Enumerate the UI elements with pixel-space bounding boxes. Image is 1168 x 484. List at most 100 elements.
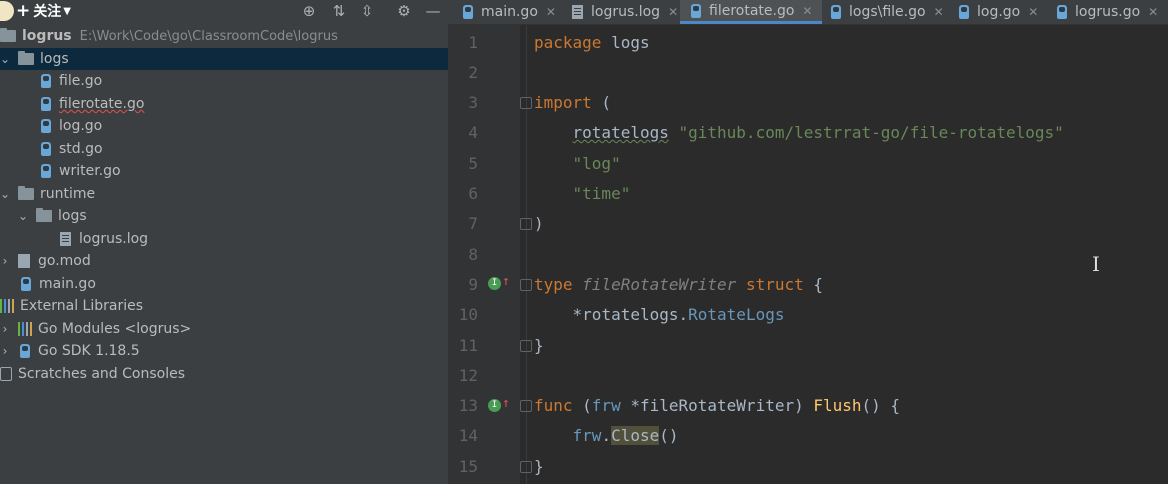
line-number: 5 (468, 154, 478, 173)
keyword: func (534, 396, 573, 415)
close-icon[interactable]: ✕ (668, 5, 678, 19)
method-call: Close (611, 426, 660, 445)
fold-icon[interactable] (520, 218, 532, 230)
project-name: logrus (22, 28, 72, 44)
mod-file-icon (18, 254, 30, 268)
go-file-icon (41, 142, 51, 156)
line-number: 8 (468, 245, 478, 264)
arrow-up-icon: ↑ (502, 396, 510, 411)
tree-item-external-libraries[interactable]: External Libraries (0, 295, 448, 317)
import-alias: rotatelogs (572, 123, 669, 142)
text-file-icon (60, 232, 71, 246)
tab-label: filerotate.go (709, 2, 795, 19)
chevron-right-icon: › (2, 254, 8, 268)
close-icon[interactable]: ✕ (546, 5, 556, 19)
code-line: type fileRotateWriter struct { (534, 275, 823, 294)
collapse-all-icon[interactable]: ⇳ (358, 2, 376, 20)
go-file-icon (959, 5, 969, 19)
implementation-icon[interactable]: I (488, 277, 501, 290)
tab-logrus-go[interactable]: logrus.go ✕ (1054, 0, 1158, 24)
tree-item-std-go[interactable]: std.go (0, 138, 448, 160)
tree-item-writer-go[interactable]: writer.go (0, 160, 448, 182)
code-line: package logs (534, 33, 650, 52)
tree-item-runtime[interactable]: ⌄ runtime (0, 183, 448, 205)
close-icon[interactable]: ✕ (802, 4, 812, 18)
close-icon[interactable]: ✕ (1148, 5, 1158, 19)
tree-item-log-go[interactable]: log.go (0, 115, 448, 137)
tree-item-runtime-logs[interactable]: ⌄ logs (0, 205, 448, 227)
folder-icon (18, 186, 34, 200)
tree-item-label: Scratches and Consoles (18, 366, 185, 382)
tree-item-go-mod[interactable]: › go.mod (0, 250, 448, 272)
expand-all-icon[interactable]: ⇅ (330, 2, 348, 20)
tree-item-go-modules[interactable]: › Go Modules <logrus> (0, 318, 448, 340)
minimize-icon[interactable]: — (424, 2, 442, 20)
go-file-icon (41, 119, 51, 133)
gear-icon[interactable]: ⚙ (395, 2, 413, 20)
line-number: 12 (458, 366, 478, 385)
fold-icon[interactable] (520, 97, 532, 109)
project-panel-header: + 关注 ▼ ⊕ ⇅ ⇳ ⚙ — (0, 0, 448, 22)
string-literal: "github.com/lestrrat-go/file-rotatelogs" (678, 123, 1064, 142)
tab-log-go[interactable]: log.go ✕ (956, 0, 1038, 24)
chevron-down-icon: ⌄ (0, 52, 11, 66)
tree-item-scratches[interactable]: Scratches and Consoles (0, 363, 448, 385)
code-line: rotatelogs "github.com/lestrrat-go/file-… (534, 123, 1064, 142)
tree-item-label: runtime (40, 186, 96, 202)
fold-icon[interactable] (520, 461, 532, 473)
tree-root-logrus[interactable]: logrus E:\Work\Code\go\ClassroomCode\log… (0, 25, 448, 47)
tree-item-file-go[interactable]: file.go (0, 70, 448, 92)
fold-icon[interactable] (520, 340, 532, 352)
keyword: struct (745, 275, 804, 294)
follow-label: 关注 (33, 4, 62, 20)
fold-icon[interactable] (520, 400, 532, 412)
tab-logrus-log[interactable]: logrus.log ✕ (570, 0, 678, 24)
punctuation: . (678, 305, 689, 324)
line-number: 2 (468, 63, 478, 82)
locate-icon[interactable]: ⊕ (300, 2, 318, 20)
fold-icon[interactable] (520, 279, 532, 291)
tree-item-filerotate-go[interactable]: filerotate.go (0, 93, 448, 115)
close-icon[interactable]: ✕ (934, 5, 944, 19)
plus-icon: + (16, 1, 31, 21)
tab-filerotate-go[interactable]: filerotate.go ✕ (680, 0, 823, 24)
go-file-icon (41, 97, 51, 111)
project-path: E:\Work\Code\go\ClassroomCode\logrus (79, 28, 338, 44)
tree-item-main-go[interactable]: main.go (0, 273, 448, 295)
go-file-icon (41, 164, 51, 178)
line-number: 3 (468, 93, 478, 112)
tab-logs-file-go[interactable]: logs\file.go ✕ (828, 0, 944, 24)
punctuation: { (803, 275, 823, 294)
tree-item-label: Go Modules <logrus> (38, 321, 192, 337)
line-number: 4 (468, 123, 478, 142)
tab-main-go[interactable]: main.go ✕ (460, 0, 556, 24)
tree-item-logs[interactable]: ⌄ logs (0, 48, 448, 70)
go-file-icon (831, 5, 841, 19)
receiver: frw (572, 426, 602, 445)
text-file-icon (572, 5, 583, 19)
library-icon (0, 299, 14, 313)
punctuation: . (601, 426, 612, 445)
tree-item-logrus-log[interactable]: logrus.log (0, 228, 448, 250)
folder-icon (18, 51, 34, 65)
tree-item-go-sdk[interactable]: › Go SDK 1.18.5 (0, 340, 448, 362)
tree-item-label: log.go (59, 118, 103, 134)
string-literal: "time" (572, 184, 631, 203)
code-line: ) (534, 214, 544, 233)
tree-item-label: logs (40, 51, 69, 67)
code-line: "time" (534, 184, 631, 203)
line-number: 13 (458, 396, 478, 415)
tab-label: log.go (977, 4, 1021, 20)
tree-item-label: std.go (59, 141, 103, 157)
code-editor[interactable]: 1 2 3 4 5 6 7 8 9 10 11 12 13 14 15 I ↑ … (448, 25, 1168, 484)
chevron-down-icon: ⌄ (18, 209, 29, 223)
line-number: 15 (458, 457, 478, 476)
editor-tab-bar: main.go ✕ logrus.log ✕ filerotate.go ✕ l… (448, 0, 1168, 25)
keyword: package (534, 33, 602, 52)
type-name: fileRotateWriter (582, 275, 737, 294)
close-icon[interactable]: ✕ (1028, 5, 1038, 19)
tree-item-label: External Libraries (20, 298, 143, 314)
implementation-icon[interactable]: I (488, 399, 501, 412)
go-file-icon (691, 3, 701, 18)
follow-button[interactable]: + 关注 ▼ (0, 0, 71, 22)
